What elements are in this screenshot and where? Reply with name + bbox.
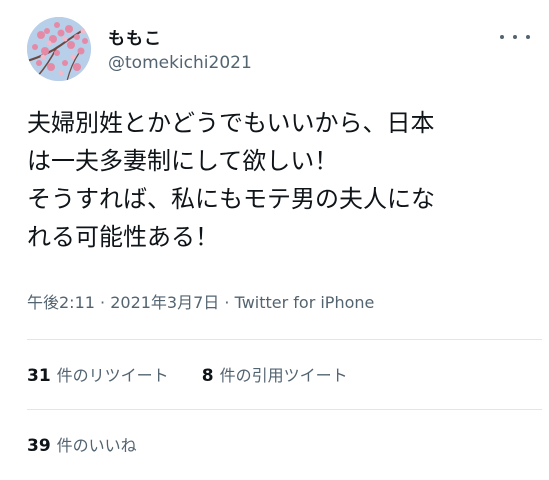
tweet-text-line: れる可能性ある！ [27, 223, 219, 251]
quote-count: 8 [201, 366, 214, 386]
stats-row-likes: 39 件のいいね [27, 432, 165, 456]
likes-stat[interactable]: 39 件のいいね [27, 432, 137, 456]
like-count: 39 [27, 436, 51, 456]
cherry-blossom-avatar-icon [27, 17, 91, 81]
user-handle[interactable]: @tomekichi2021 [108, 53, 252, 73]
tweet-source-link[interactable]: Twitter for iPhone [235, 293, 375, 312]
tweet-date[interactable]: 2021年3月7日 [110, 293, 219, 312]
like-label: 件のいいね [56, 436, 137, 455]
divider [27, 409, 542, 410]
stats-row-retweets: 31 件のリツイート 8 件の引用ツイート [27, 362, 376, 386]
more-horizontal-icon-dot [513, 35, 517, 39]
more-horizontal-icon-dot [526, 35, 530, 39]
avatar[interactable] [27, 17, 91, 81]
more-options-button[interactable] [500, 28, 530, 46]
quote-label: 件の引用ツイート [219, 366, 348, 385]
divider [27, 339, 542, 340]
tweet-text-line: 夫婦別姓とかどうでもいいから、日本 [27, 109, 435, 137]
retweet-label: 件のリツイート [56, 366, 169, 385]
retweets-stat[interactable]: 31 件のリツイート [27, 362, 169, 386]
tweet-detail: ももこ @tomekichi2021 夫婦別姓とかどうでもいいから、日本 は一夫… [0, 0, 549, 480]
quote-tweets-stat[interactable]: 8 件の引用ツイート [202, 362, 348, 386]
more-horizontal-icon [500, 35, 504, 39]
tweet-text-line: そうすれば、私にもモテ男の夫人にな [27, 185, 435, 213]
tweet-text: 夫婦別姓とかどうでもいいから、日本 は一夫多妻制にして欲しい！ そうすれば、私に… [27, 104, 527, 256]
tweet-time[interactable]: 午後2:11 [27, 293, 95, 312]
meta-separator: · [219, 293, 235, 312]
display-name[interactable]: ももこ [108, 24, 162, 49]
tweet-meta: 午後2:11 · 2021年3月7日 · Twitter for iPhone [27, 289, 374, 313]
retweet-count: 31 [27, 366, 51, 386]
tweet-text-line: は一夫多妻制にして欲しい！ [27, 147, 339, 175]
meta-separator: · [94, 293, 111, 312]
